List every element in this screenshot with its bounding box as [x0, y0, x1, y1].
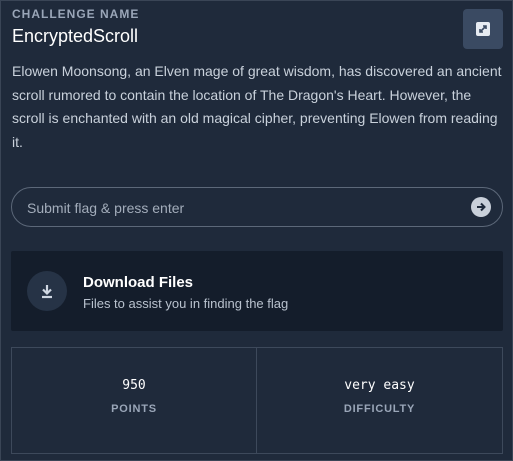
difficulty-stat: very easy DIFFICULTY: [257, 348, 502, 453]
points-value: 950: [122, 378, 146, 393]
difficulty-label: DIFFICULTY: [343, 403, 416, 415]
download-files-panel[interactable]: Download Files Files to assist you in fi…: [11, 251, 503, 331]
download-subtitle: Files to assist you in finding the flag: [83, 296, 289, 311]
swap-arrows-icon: [476, 22, 490, 36]
challenge-description: Elowen Moonsong, an Elven mage of great …: [12, 63, 502, 150]
download-title: Download Files: [83, 274, 194, 291]
download-button[interactable]: [27, 271, 67, 311]
points-stat: 950 POINTS: [12, 348, 257, 453]
challenge-card: CHALLENGE NAME EncryptedScroll Elowen Mo…: [0, 0, 513, 461]
download-icon: [42, 285, 52, 299]
arrow-right-circle-icon: [477, 202, 486, 212]
flag-input-placeholder: Submit flag & press enter: [27, 200, 185, 216]
challenge-name-label: CHALLENGE NAME: [12, 7, 140, 21]
challenge-title: EncryptedScroll: [12, 26, 139, 46]
difficulty-value: very easy: [344, 378, 415, 393]
challenge-stats: 950 POINTS very easy DIFFICULTY: [11, 347, 503, 454]
swap-button[interactable]: [463, 9, 503, 49]
points-label: POINTS: [111, 403, 157, 415]
submit-flag-button[interactable]: [471, 197, 491, 217]
flag-input[interactable]: Submit flag & press enter: [11, 187, 503, 227]
